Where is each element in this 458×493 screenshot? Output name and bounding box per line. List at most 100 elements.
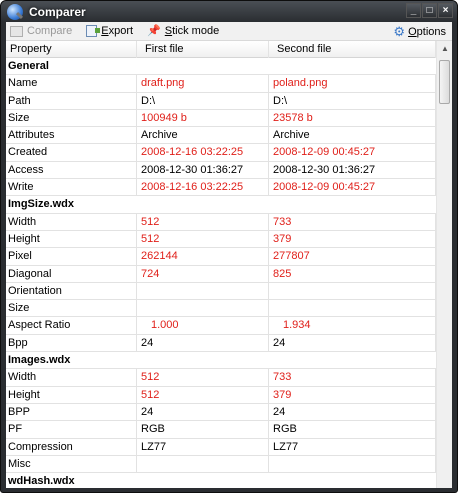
table-row[interactable]: Path D:\ D:\: [6, 92, 436, 110]
property-cell: Diagonal: [6, 265, 137, 282]
first-file-cell: 1.000: [137, 317, 269, 334]
second-file-cell: [269, 300, 436, 317]
table-header: Property First file Second file: [6, 41, 436, 58]
property-cell: Size: [6, 300, 137, 317]
options-button[interactable]: ⚙ Options: [393, 22, 446, 41]
table-body: General Name draft.png poland.png Path D:\ D:\…: [6, 58, 436, 488]
header-second-file[interactable]: Second file: [269, 41, 436, 58]
second-file-cell: LZ77: [269, 438, 436, 455]
property-cell: BPP: [6, 403, 137, 421]
second-file-cell: 23578 b: [269, 109, 436, 127]
property-cell: Misc: [6, 455, 137, 473]
second-file-cell: 24: [269, 403, 436, 421]
second-file-cell: 825: [269, 265, 436, 282]
first-file-cell: [137, 300, 269, 317]
property-cell: Path: [6, 92, 137, 109]
property-cell: Pixel: [6, 248, 137, 265]
table-row[interactable]: Misc: [6, 455, 436, 474]
group-row[interactable]: Images.wdx: [6, 352, 436, 370]
group-row[interactable]: ImgSize.wdx: [6, 196, 436, 214]
group-label: wdHash.wdx: [8, 475, 75, 488]
close-button[interactable]: ×: [438, 3, 453, 18]
compare-icon: [10, 25, 23, 37]
property-cell: Width: [6, 369, 137, 386]
property-cell: Orientation: [6, 282, 137, 300]
table-row[interactable]: Pixel 262144 277807: [6, 248, 436, 266]
second-file-cell: 2008-12-09 00:45:27: [269, 144, 436, 161]
second-file-cell: 277807: [269, 248, 436, 265]
client-area: Compare Export 📌 Stick mode ⚙ Options Pr…: [6, 22, 452, 488]
title-bar[interactable]: Comparer _ □ ×: [1, 1, 457, 22]
window-controls: _ □ ×: [406, 3, 453, 18]
property-cell: Access: [6, 161, 137, 179]
table-row[interactable]: Aspect Ratio 1.000 1.934: [6, 317, 436, 335]
first-file-cell: 724: [137, 265, 269, 282]
first-file-cell: RGB: [137, 421, 269, 438]
group-row[interactable]: wdHash.wdx: [6, 473, 436, 488]
first-file-cell: 512: [137, 386, 269, 403]
table-row[interactable]: Compression LZ77 LZ77: [6, 438, 436, 456]
table-row[interactable]: Width 512 733: [6, 369, 436, 387]
minimize-button[interactable]: _: [406, 3, 421, 18]
header-property[interactable]: Property: [6, 41, 137, 58]
second-file-cell: poland.png: [269, 75, 436, 92]
first-file-cell: 512: [137, 213, 269, 230]
compare-label: Compare: [27, 25, 73, 37]
second-file-cell: 24: [269, 334, 436, 352]
property-cell: Height: [6, 230, 137, 248]
group-row[interactable]: General: [6, 58, 436, 76]
table-row[interactable]: Access 2008-12-30 01:36:27 2008-12-30 01:3…: [6, 161, 436, 180]
second-file-cell: [269, 455, 436, 473]
table-row[interactable]: Height 512 379: [6, 386, 436, 404]
maximize-button[interactable]: □: [422, 3, 437, 18]
comparison-table: Property First file Second file General N…: [6, 41, 452, 488]
first-file-cell: [137, 455, 269, 473]
property-cell: Name: [6, 75, 137, 92]
first-file-cell: draft.png: [137, 75, 269, 92]
first-file-cell: D:\: [137, 92, 269, 109]
magnifier-app-icon: [7, 3, 23, 20]
first-file-cell: 24: [137, 334, 269, 352]
table-row[interactable]: Bpp 24 24: [6, 334, 436, 353]
property-cell: Attributes: [6, 127, 137, 144]
options-label: Options: [408, 25, 446, 38]
export-label: Export: [101, 25, 134, 37]
gear-icon: ⚙: [393, 23, 406, 39]
property-cell: Width: [6, 213, 137, 230]
table-row[interactable]: Height 512 379: [6, 230, 436, 249]
first-file-cell: 100949 b: [137, 109, 269, 127]
first-file-cell: 2008-12-30 01:36:27: [137, 161, 269, 179]
table-row[interactable]: PF RGB RGB: [6, 421, 436, 439]
second-file-cell: 1.934: [269, 317, 436, 334]
first-file-cell: [137, 282, 269, 300]
export-button[interactable]: Export: [86, 22, 133, 41]
table-row[interactable]: Name draft.png poland.png: [6, 75, 436, 93]
table-row[interactable]: Orientation: [6, 282, 436, 301]
table-row[interactable]: Write 2008-12-16 03:22:25 2008-12-09 00:45…: [6, 179, 436, 197]
table-row[interactable]: Width 512 733: [6, 213, 436, 231]
property-cell: PF: [6, 421, 137, 438]
table-row[interactable]: Size 100949 b 23578 b: [6, 109, 436, 128]
table-row[interactable]: Created 2008-12-16 03:22:25 2008-12-09 00:…: [6, 144, 436, 162]
table-row[interactable]: BPP 24 24: [6, 403, 436, 422]
second-file-cell: RGB: [269, 421, 436, 438]
vertical-scrollbar[interactable]: ▲: [436, 41, 452, 488]
property-cell: Created: [6, 144, 137, 161]
table-row[interactable]: Attributes Archive Archive: [6, 127, 436, 145]
export-icon: [86, 25, 101, 37]
first-file-cell: 2008-12-16 03:22:25: [137, 179, 269, 196]
table-row[interactable]: Diagonal 724 825: [6, 265, 436, 283]
scrollbar-thumb[interactable]: [439, 60, 450, 104]
scroll-up-icon[interactable]: ▲: [440, 44, 450, 54]
second-file-cell: 379: [269, 230, 436, 248]
stick-mode-label: Stick mode: [164, 25, 220, 37]
comparer-window: Comparer _ □ × Compare Export 📌 Stick mo…: [0, 0, 458, 493]
property-cell: Size: [6, 109, 137, 127]
table-row[interactable]: Size: [6, 300, 436, 318]
compare-button[interactable]: Compare: [10, 22, 72, 41]
first-file-cell: LZ77: [137, 438, 269, 455]
second-file-cell: [269, 282, 436, 300]
header-first-file[interactable]: First file: [137, 41, 269, 58]
first-file-cell: 24: [137, 403, 269, 421]
stick-mode-button[interactable]: 📌 Stick mode: [147, 22, 219, 41]
